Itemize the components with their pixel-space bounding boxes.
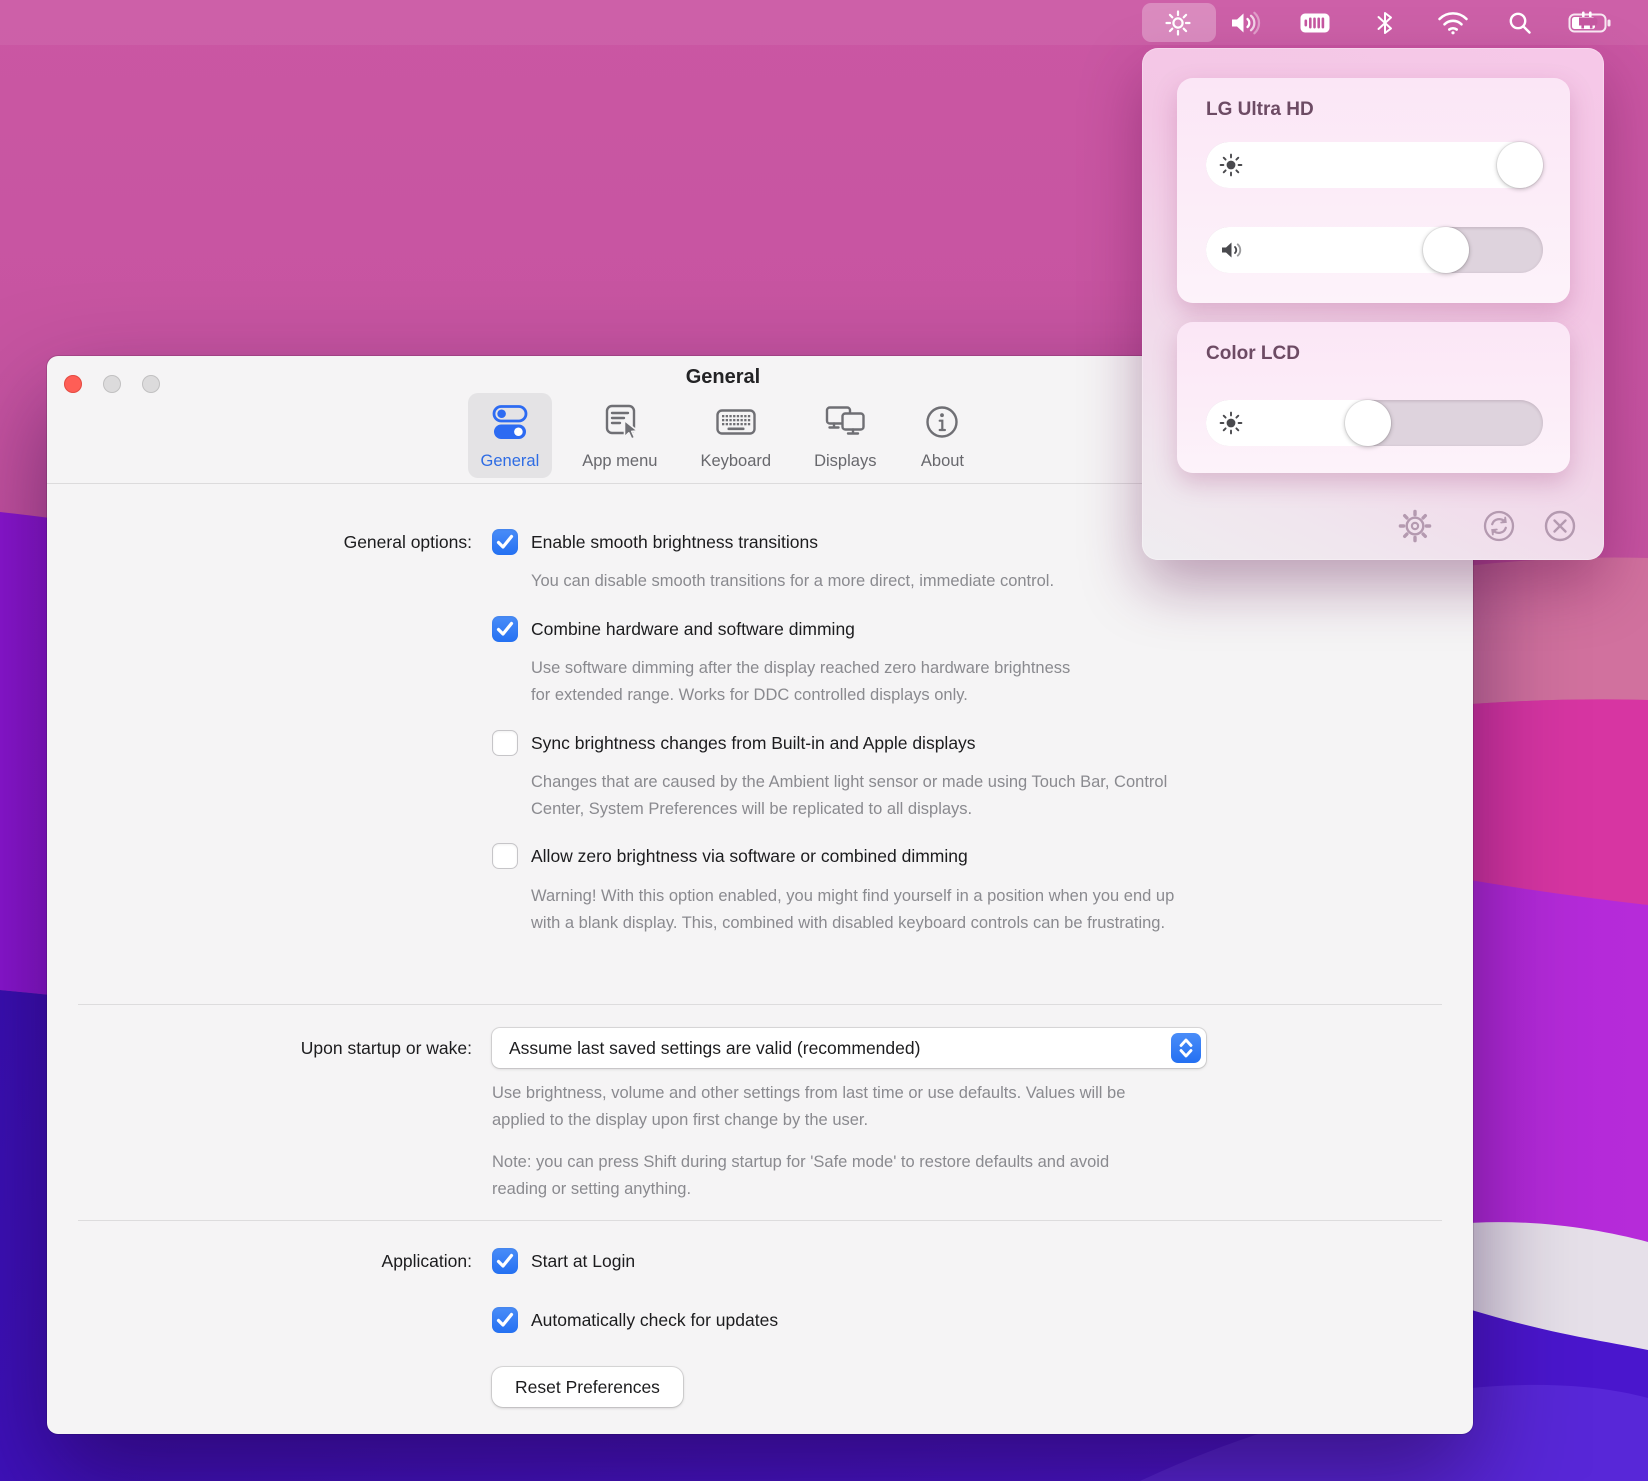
info-icon bbox=[919, 399, 965, 450]
checkbox-label: Allow zero brightness via software or co… bbox=[531, 846, 968, 867]
checkbox-start-at-login[interactable] bbox=[492, 1248, 518, 1274]
settings-gear-icon[interactable] bbox=[1395, 506, 1435, 546]
dropdown-value: Assume last saved settings are valid (re… bbox=[509, 1038, 920, 1059]
display-card-color-lcd: Color LCD bbox=[1177, 322, 1570, 473]
checkbox-combine-dimming[interactable] bbox=[492, 616, 518, 642]
tab-label: App menu bbox=[582, 452, 657, 471]
slider-knob[interactable] bbox=[1423, 227, 1469, 273]
display-name: LG Ultra HD bbox=[1206, 99, 1314, 121]
option-row: Allow zero brightness via software or co… bbox=[492, 843, 1442, 869]
menubar-item-volume[interactable] bbox=[1227, 0, 1263, 45]
tab-label: General bbox=[481, 452, 540, 471]
slider-knob[interactable] bbox=[1497, 142, 1543, 188]
help-text: You can disable smooth transitions for a… bbox=[531, 568, 1442, 595]
toggles-icon bbox=[487, 399, 533, 450]
keyboard-brightness-icon bbox=[1299, 10, 1331, 36]
note-text: Note: you can press Shift during startup… bbox=[492, 1149, 1442, 1203]
application-row: Application: Start at Login Automaticall… bbox=[78, 1248, 1442, 1407]
volume-slider[interactable] bbox=[1206, 227, 1543, 273]
menubar-item-brightness[interactable] bbox=[1160, 0, 1196, 45]
checkbox-sync-brightness[interactable] bbox=[492, 730, 518, 756]
startup-behavior-dropdown[interactable]: Assume last saved settings are valid (re… bbox=[492, 1028, 1206, 1068]
menubar-item-keyboard-brightness[interactable] bbox=[1297, 0, 1333, 45]
displays-icon bbox=[822, 399, 868, 450]
reset-preferences-button[interactable]: Reset Preferences bbox=[492, 1367, 683, 1407]
close-icon[interactable] bbox=[1540, 506, 1580, 546]
menu-bar bbox=[0, 0, 1648, 45]
help-text: Use brightness, volume and other setting… bbox=[492, 1080, 1442, 1134]
checkbox-zero-brightness[interactable] bbox=[492, 843, 518, 869]
slider-knob[interactable] bbox=[1345, 400, 1391, 446]
option-row: Sync brightness changes from Built-in an… bbox=[492, 730, 1442, 756]
tab-label: Displays bbox=[814, 452, 876, 471]
option-row: Automatically check for updates bbox=[492, 1307, 1442, 1333]
desktop: General General bbox=[0, 0, 1648, 1481]
wifi-icon bbox=[1437, 10, 1469, 36]
dropdown-stepper-icon bbox=[1171, 1033, 1201, 1063]
brightness-slider[interactable] bbox=[1206, 142, 1543, 188]
help-text: Use software dimming after the display r… bbox=[531, 655, 1442, 709]
refresh-icon[interactable] bbox=[1479, 506, 1519, 546]
search-icon bbox=[1507, 10, 1533, 36]
app-menu-icon bbox=[597, 399, 643, 450]
bluetooth-icon bbox=[1374, 9, 1396, 37]
checkbox-label: Start at Login bbox=[531, 1251, 635, 1272]
tab-keyboard[interactable]: Keyboard bbox=[687, 393, 784, 478]
section-label: Application: bbox=[78, 1248, 492, 1407]
keyboard-icon bbox=[713, 399, 759, 450]
volume-icon bbox=[1219, 238, 1245, 262]
popover-footer bbox=[1395, 506, 1580, 546]
startup-row: Upon startup or wake: Assume last saved … bbox=[78, 1005, 1442, 1203]
option-row: Start at Login bbox=[492, 1248, 1442, 1274]
brightness-icon bbox=[1219, 153, 1243, 177]
brightness-slider[interactable] bbox=[1206, 400, 1543, 446]
battery-charging-icon bbox=[1568, 10, 1612, 36]
tab-about[interactable]: About bbox=[906, 393, 978, 478]
menubar-item-bluetooth[interactable] bbox=[1367, 0, 1403, 45]
tab-label: About bbox=[921, 452, 964, 471]
volume-icon bbox=[1228, 7, 1262, 39]
display-card-lg-ultra-hd: LG Ultra HD bbox=[1177, 78, 1570, 303]
checkbox-smooth-transitions[interactable] bbox=[492, 529, 518, 555]
brightness-icon bbox=[1219, 411, 1243, 435]
brightness-icon bbox=[1164, 9, 1192, 37]
settings-content: General options: Enable smooth brightnes… bbox=[47, 484, 1473, 1434]
checkbox-label: Enable smooth brightness transitions bbox=[531, 532, 818, 553]
tab-app-menu[interactable]: App menu bbox=[569, 393, 670, 478]
tab-general[interactable]: General bbox=[468, 393, 553, 478]
menubar-item-battery[interactable] bbox=[1566, 0, 1614, 45]
menubar-item-wifi[interactable] bbox=[1435, 0, 1471, 45]
section-divider bbox=[78, 1220, 1442, 1221]
brightness-popover: LG Ultra HD bbox=[1142, 48, 1604, 560]
checkbox-auto-updates[interactable] bbox=[492, 1307, 518, 1333]
slider-fill bbox=[1206, 142, 1543, 188]
help-text: Changes that are caused by the Ambient l… bbox=[531, 769, 1442, 823]
menubar-item-search[interactable] bbox=[1502, 0, 1538, 45]
section-label: Upon startup or wake: bbox=[78, 1005, 492, 1203]
checkbox-label: Combine hardware and software dimming bbox=[531, 619, 855, 640]
tab-displays[interactable]: Displays bbox=[801, 393, 889, 478]
help-text: Warning! With this option enabled, you m… bbox=[531, 883, 1442, 937]
display-name: Color LCD bbox=[1206, 343, 1300, 365]
checkbox-label: Sync brightness changes from Built-in an… bbox=[531, 733, 976, 754]
option-row: Combine hardware and software dimming bbox=[492, 616, 1442, 642]
section-label: General options: bbox=[78, 484, 492, 937]
tab-label: Keyboard bbox=[700, 452, 771, 471]
checkbox-label: Automatically check for updates bbox=[531, 1310, 778, 1331]
